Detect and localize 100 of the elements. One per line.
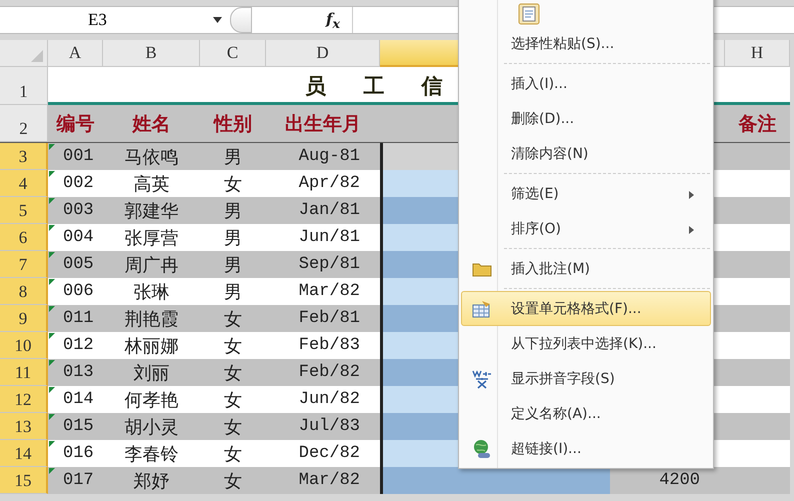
column-title: 姓名 bbox=[131, 112, 172, 136]
menu-item[interactable]: 设置单元格格式(F)... bbox=[461, 291, 711, 326]
selected-cell[interactable] bbox=[380, 467, 610, 494]
menu-item[interactable]: 从下拉列表中选择(K)... bbox=[461, 326, 711, 361]
row-header[interactable]: 5 bbox=[0, 197, 48, 224]
row-header[interactable]: 1 bbox=[0, 67, 48, 105]
table-cell: 005 bbox=[63, 255, 94, 274]
table-cell-text: 男 bbox=[224, 254, 242, 276]
table-cell-text: 女 bbox=[224, 308, 242, 330]
table-cell: 013 bbox=[63, 363, 94, 382]
table-cell: 017 bbox=[63, 471, 94, 490]
table-cell-text: 女 bbox=[224, 334, 242, 358]
column-title: 编号 bbox=[55, 112, 96, 136]
table-cell-text: 张琳 bbox=[134, 280, 170, 304]
menu-item[interactable]: 显示拼音字段(S) bbox=[461, 361, 711, 396]
table-cell-text: 李春铃 bbox=[124, 442, 178, 466]
table-cell: Jun/81 bbox=[298, 228, 360, 247]
row-header[interactable]: 10 bbox=[0, 332, 48, 359]
table-cell-text: 女 bbox=[224, 172, 242, 196]
pinyin-icon bbox=[472, 368, 492, 388]
table-cell: Jan/81 bbox=[298, 201, 360, 220]
table-cell: Jul/83 bbox=[298, 417, 360, 436]
table-cell-text: 张厚营 bbox=[124, 226, 178, 250]
column-title: 备注 bbox=[737, 112, 778, 136]
menu-item[interactable]: 插入(I)... bbox=[461, 66, 711, 101]
table-cell: 012 bbox=[63, 336, 94, 355]
submenu-arrow-icon bbox=[689, 191, 694, 199]
formula-bar-handle[interactable] bbox=[230, 7, 252, 33]
table-cell: Mar/82 bbox=[298, 471, 360, 490]
table-cell-text: 女 bbox=[224, 362, 242, 384]
column-header[interactable]: C bbox=[200, 40, 266, 67]
table-cell: Mar/82 bbox=[298, 282, 360, 301]
table-cell-text: 男 bbox=[224, 146, 242, 168]
hyperlink-icon bbox=[472, 438, 492, 458]
table-cell-text: 周广冉 bbox=[124, 254, 178, 276]
table-cell-text: 郭建华 bbox=[124, 200, 178, 222]
table-cell: Feb/81 bbox=[298, 309, 360, 328]
table-cell-text: 荆艳霞 bbox=[124, 308, 178, 330]
menu-item[interactable]: 选择性粘贴(S)... bbox=[461, 26, 711, 66]
row-header[interactable]: 2 bbox=[0, 105, 48, 142]
column-title: 出生年月 bbox=[284, 112, 362, 136]
column-header[interactable]: B bbox=[103, 40, 200, 67]
table-cell-text: 女 bbox=[224, 442, 242, 466]
row-header[interactable]: 13 bbox=[0, 413, 48, 440]
table-cell: 003 bbox=[63, 201, 94, 220]
table-cell-text: 马依鸣 bbox=[124, 146, 178, 168]
menu-item[interactable]: 清除内容(N) bbox=[461, 136, 711, 176]
row-header[interactable]: 11 bbox=[0, 359, 48, 386]
table-cell-text: 男 bbox=[224, 280, 242, 304]
table-cell-text: 男 bbox=[224, 226, 242, 250]
column-header[interactable]: H bbox=[725, 40, 790, 67]
insert-function-button[interactable]: f$_{x}$ bbox=[322, 10, 344, 30]
table-cell: Aug-81 bbox=[298, 147, 360, 166]
table-cell-text: 女 bbox=[224, 416, 242, 438]
row-header[interactable]: 14 bbox=[0, 440, 48, 467]
table-cell-text: 郑妤 bbox=[134, 470, 170, 492]
table-cell: 4200 bbox=[659, 471, 700, 490]
row-header[interactable]: 3 bbox=[0, 143, 48, 170]
table-cell: 002 bbox=[63, 174, 94, 193]
row-header[interactable]: 8 bbox=[0, 278, 48, 305]
table-cell-text: 女 bbox=[224, 388, 242, 412]
table-cell: Sep/81 bbox=[298, 255, 360, 274]
table-cell: Feb/83 bbox=[298, 336, 360, 355]
caret-icon bbox=[212, 17, 222, 23]
row-header[interactable]: 15 bbox=[0, 467, 48, 494]
row-header[interactable]: 7 bbox=[0, 251, 48, 278]
table-cell: Dec/82 bbox=[298, 444, 360, 463]
row-header[interactable]: 6 bbox=[0, 224, 48, 251]
menu-item[interactable]: 删除(D)... bbox=[461, 101, 711, 136]
column-title: 性别 bbox=[212, 112, 253, 136]
submenu-arrow-icon bbox=[689, 226, 694, 234]
menu-item[interactable]: 定义名称(A)... bbox=[461, 396, 711, 431]
table-cell: 016 bbox=[63, 444, 94, 463]
table-cell-text: 男 bbox=[224, 200, 242, 222]
column-header[interactable]: A bbox=[48, 40, 103, 67]
table-cell: 014 bbox=[63, 390, 94, 409]
row-header[interactable]: 4 bbox=[0, 170, 48, 197]
table-cell-text: 刘丽 bbox=[134, 362, 170, 384]
table-cell-text: 胡小灵 bbox=[124, 416, 178, 438]
menu-item[interactable]: 排序(O) bbox=[461, 211, 711, 251]
menu-item[interactable]: 超链接(I)... bbox=[461, 431, 711, 466]
name-box-field[interactable]: E3 bbox=[0, 7, 222, 33]
table-cell-text: 高英 bbox=[134, 172, 170, 196]
table-cell: Feb/82 bbox=[298, 363, 360, 382]
menu-item[interactable]: 插入批注(M) bbox=[461, 251, 711, 291]
table-cell: 011 bbox=[63, 309, 94, 328]
table-cell: 015 bbox=[63, 417, 94, 436]
table-cell: Apr/82 bbox=[298, 174, 360, 193]
row-header[interactable]: 9 bbox=[0, 305, 48, 332]
table-cell: 006 bbox=[63, 282, 94, 301]
table-cell: 001 bbox=[63, 147, 94, 166]
table-cell: Jun/82 bbox=[298, 390, 360, 409]
table-cell-text: 何孝艳 bbox=[124, 388, 178, 412]
sheet-title: 员 工 信 bbox=[305, 72, 443, 100]
row-header[interactable]: 12 bbox=[0, 386, 48, 413]
menu-item[interactable]: 筛选(E) bbox=[461, 176, 711, 211]
table-cell: 004 bbox=[63, 228, 94, 247]
table-cell-text: 林丽娜 bbox=[124, 334, 178, 358]
clipboard-icon[interactable] bbox=[518, 3, 540, 25]
table-format-icon bbox=[472, 300, 492, 318]
